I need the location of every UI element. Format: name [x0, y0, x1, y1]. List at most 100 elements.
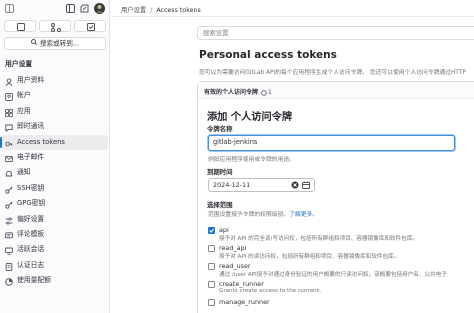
- scopes-help-text: 范围设置授予令牌的权限级别。: [208, 212, 290, 218]
- scope-checkbox[interactable]: [208, 227, 215, 234]
- sidebar-item-1[interactable]: 帐户: [0, 88, 109, 103]
- user-icon: [5, 77, 13, 86]
- sidebar-item-label: 认证日志: [17, 260, 45, 269]
- sidebar-shortcuts: [0, 18, 109, 34]
- preferences-icon: [5, 216, 13, 225]
- sidebar-nav: 用户资料帐户应用即时通讯 Access tokens 电子邮件通知 SSH密钥 GPG密…: [0, 73, 109, 288]
- scope-description: 授予对 API 的读访问权，包括所有群组和项目、容器镜像库和软件包库。: [219, 254, 400, 260]
- sidebar-item-0[interactable]: 用户资料: [0, 73, 109, 88]
- clear-date-icon[interactable]: [291, 181, 299, 189]
- token-name-input[interactable]: gitlab-jenkins: [208, 135, 455, 151]
- main-content: 搜索设置 Personal access tokens 您可以为需要访问GitL…: [111, 18, 474, 313]
- card-header: 有效的个人访问令牌 1: [198, 82, 474, 99]
- gitlab-logo-icon[interactable]: [5, 4, 14, 13]
- applications-icon: [5, 108, 13, 117]
- merge-requests-shortcut[interactable]: [39, 20, 71, 32]
- sidebar-top-bar: [0, 0, 109, 17]
- comment-template-icon: [5, 231, 13, 239]
- scope-name: create_runner: [219, 280, 264, 288]
- settings-search-input[interactable]: 搜索设置: [197, 26, 474, 40]
- scope-checkbox[interactable]: [208, 299, 215, 306]
- sidebar-item-11[interactable]: 活跃会话: [0, 242, 109, 257]
- page-description: 您可以为需要访问GitLab API的每个应用程序生成个人访问令牌。 您还可以使…: [199, 70, 466, 76]
- breadcrumb-separator: /: [150, 7, 153, 14]
- scope-name: manage_runner: [219, 298, 270, 306]
- quota-icon: [5, 277, 13, 286]
- scope-description: 授予对 API 的完全读/写访问权，包括所有群组和项目、容器镜像库和软件包库。: [219, 236, 418, 242]
- sidebar-item-3[interactable]: 即时通讯: [0, 119, 109, 134]
- collapse-sidebar-icon[interactable]: [66, 4, 75, 13]
- sidebar: 搜索或转到... 用户设置 用户资料帐户应用即时通讯 Access tokens 电…: [0, 0, 110, 313]
- sidebar-item-label: 通知: [17, 168, 31, 177]
- key-icon: [5, 200, 13, 209]
- sidebar-item-8[interactable]: GPG密钥: [0, 196, 109, 211]
- new-item-icon[interactable]: [80, 4, 89, 13]
- key-icon: [5, 185, 13, 194]
- sidebar-search-button[interactable]: 搜索或转到...: [4, 37, 106, 50]
- token-name-help: 例如应用程序使用或令牌的用途。: [208, 157, 295, 163]
- sidebar-item-label: Access tokens: [17, 137, 65, 146]
- sidebar-item-label: 活跃会话: [17, 245, 45, 254]
- chat-icon: [5, 123, 13, 133]
- page-title: Personal access tokens: [199, 49, 337, 61]
- sidebar-item-2[interactable]: 应用: [0, 104, 109, 119]
- sidebar-item-4[interactable]: Access tokens: [0, 134, 108, 150]
- sidebar-item-10[interactable]: 评论模板: [0, 227, 109, 242]
- scope-description: 通过 /user API授予对通过身份验证的用户概要的只读访问权，该概要包括用户…: [219, 272, 447, 278]
- active-tokens-title: 有效的个人访问令牌: [204, 89, 259, 96]
- active-tokens-label: 有效的个人访问令牌 1: [204, 87, 272, 96]
- expiry-label: 到期时间: [207, 168, 233, 176]
- log-icon: [5, 262, 13, 271]
- scopes-label: 选择范围: [207, 201, 233, 209]
- add-token-title: 添加 个人访问令牌: [207, 112, 293, 123]
- token-count-badge: 1: [261, 89, 272, 96]
- token-name-label: 令牌名称: [207, 125, 233, 133]
- sessions-icon: [5, 246, 13, 255]
- sidebar-item-label: 评论模板: [17, 229, 45, 238]
- expiry-date-input[interactable]: 2024-12-11: [208, 178, 315, 192]
- token-count: 1: [268, 89, 272, 96]
- breadcrumb-current[interactable]: Access tokens: [156, 7, 200, 14]
- tokens-card: 有效的个人访问令牌 1 添加 个人访问令牌 令牌名称 gitlab-jenkins…: [197, 81, 474, 313]
- scope-name: read_user: [219, 262, 251, 270]
- sidebar-item-7[interactable]: SSH密钥: [0, 181, 109, 196]
- search-icon: [30, 38, 38, 49]
- sidebar-item-label: 帐户: [17, 91, 31, 100]
- sidebar-item-5[interactable]: 电子邮件: [0, 150, 109, 165]
- issues-shortcut[interactable]: [4, 20, 36, 32]
- check-icon: [209, 228, 214, 233]
- sidebar-item-12[interactable]: 认证日志: [0, 258, 109, 273]
- sidebar-item-label: SSH密钥: [17, 183, 45, 192]
- scope-checkbox[interactable]: [208, 263, 215, 270]
- sidebar-item-label: 电子邮件: [17, 152, 45, 161]
- scope-name: read_api: [219, 244, 247, 252]
- sidebar-item-label: 使用量配额: [17, 276, 51, 285]
- mail-icon: [5, 154, 13, 163]
- learn-more-link[interactable]: 了解更多。: [289, 212, 318, 218]
- scope-description: Grants create access to the runners.: [219, 288, 322, 294]
- account-icon: [5, 92, 13, 102]
- scope-checkbox[interactable]: [208, 281, 215, 288]
- breadcrumb: 用户设置 / Access tokens: [121, 5, 201, 14]
- sidebar-item-9[interactable]: 偏好设置: [0, 212, 109, 227]
- sidebar-item-label: 即时通讯: [17, 122, 45, 131]
- sidebar-item-6[interactable]: 通知: [0, 165, 109, 180]
- sidebar-item-13[interactable]: 使用量配额: [0, 273, 109, 288]
- todo-shortcut[interactable]: [74, 20, 106, 32]
- scope-name: api: [219, 226, 229, 234]
- sidebar-section-heading: 用户设置: [5, 60, 33, 68]
- scope-checkbox[interactable]: [208, 245, 215, 252]
- token-count-icon: [261, 89, 267, 96]
- sidebar-item-label: GPG密钥: [17, 199, 46, 208]
- token-icon: [5, 139, 13, 147]
- expiry-date-value: 2024-12-11: [213, 181, 251, 189]
- scopes-help: 范围设置授予令牌的权限级别。了解更多。: [208, 209, 318, 218]
- top-bar: 用户设置 / Access tokens: [111, 0, 474, 17]
- breadcrumb-parent-link[interactable]: 用户设置: [121, 7, 146, 14]
- notifications-icon: [5, 169, 13, 177]
- sidebar-search-label: 搜索或转到...: [39, 39, 80, 48]
- sidebar-item-label: 用户资料: [17, 76, 45, 84]
- sidebar-item-label: 应用: [17, 106, 31, 115]
- avatar[interactable]: [94, 3, 105, 14]
- calendar-icon[interactable]: [302, 181, 310, 189]
